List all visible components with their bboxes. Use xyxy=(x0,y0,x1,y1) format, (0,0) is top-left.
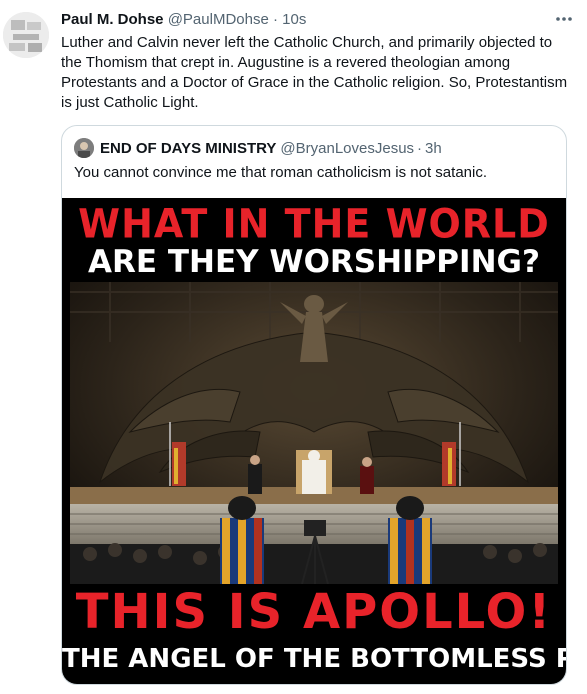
quoted-tweet[interactable]: END OF DAYS MINISTRY @BryanLovesJesus · … xyxy=(61,125,567,685)
quoted-tweet-timestamp[interactable]: 3h xyxy=(425,140,442,157)
separator-dot: · xyxy=(272,11,278,28)
quoted-tweet-text: You cannot convince me that roman cathol… xyxy=(74,164,487,181)
avatar-image xyxy=(3,12,49,58)
more-options-button[interactable] xyxy=(549,8,579,30)
quoted-tweet-image[interactable]: WHAT IN THE WORLD ARE THEY WORSHIPPING? xyxy=(62,198,566,684)
quoted-separator-dot: · xyxy=(417,139,423,157)
author-avatar[interactable] xyxy=(3,12,49,58)
tweet-text: Luther and Calvin never left the Catholi… xyxy=(61,34,568,111)
meme-line-4: THE ANGEL OF THE BOTTOMLESS PIT! xyxy=(62,644,566,674)
meme-line-3: THIS IS APOLLO! xyxy=(75,584,553,640)
quoted-author-avatar[interactable] xyxy=(74,138,94,158)
audience-hall-photo xyxy=(70,282,558,584)
tweet-header: Paul M. Dohse @PaulMDohse · 10s xyxy=(61,11,575,31)
quoted-author-name[interactable]: END OF DAYS MINISTRY xyxy=(100,140,276,157)
author-handle[interactable]: @PaulMDohse xyxy=(168,11,269,28)
tweet-timestamp[interactable]: 10s xyxy=(282,11,306,28)
author-name[interactable]: Paul M. Dohse xyxy=(61,11,164,28)
meme-line-2: ARE THEY WORSHIPPING? xyxy=(88,244,540,280)
quoted-author-handle[interactable]: @BryanLovesJesus xyxy=(280,140,414,157)
quoted-tweet-header: END OF DAYS MINISTRY @BryanLovesJesus · … xyxy=(74,137,442,159)
more-horizontal-icon xyxy=(556,17,572,21)
quoted-avatar-image xyxy=(74,138,94,158)
meme-line-1: WHAT IN THE WORLD xyxy=(78,200,550,248)
tweet[interactable]: Paul M. Dohse @PaulMDohse · 10s Luther a… xyxy=(0,0,587,694)
